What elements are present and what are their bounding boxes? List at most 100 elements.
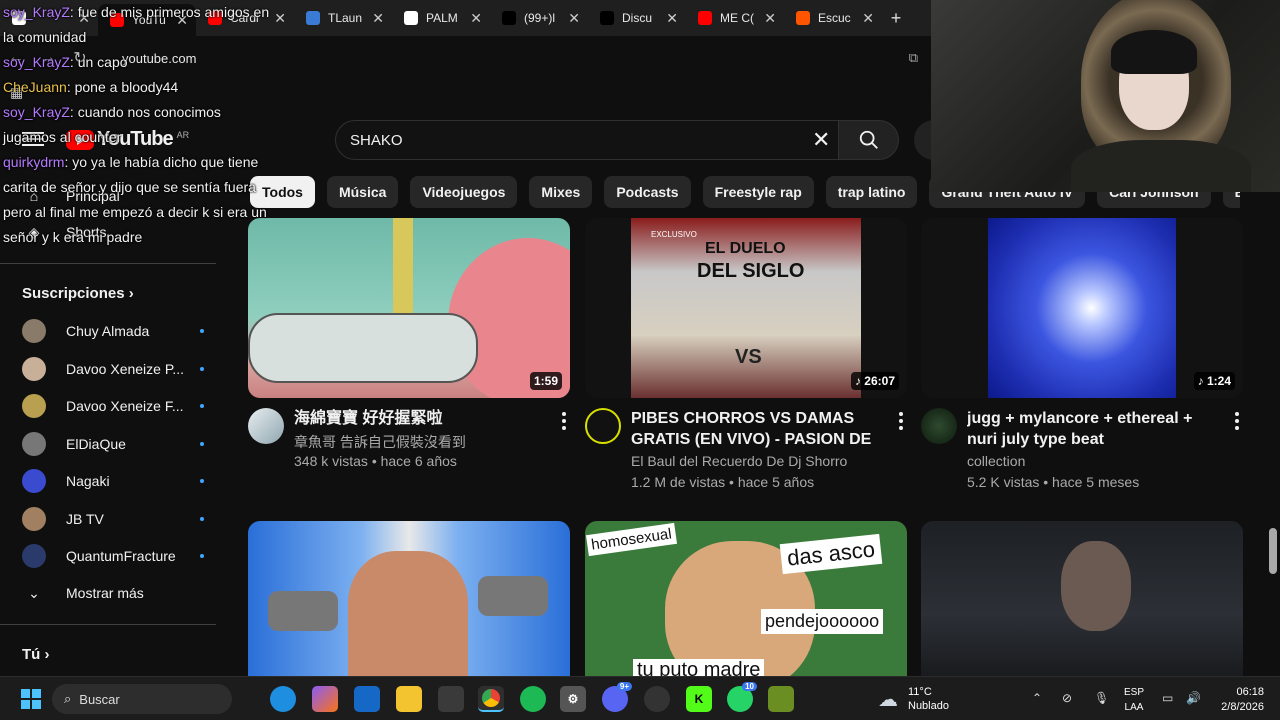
chat-text: un capo: [77, 54, 128, 70]
channel-name[interactable]: El Baul del Recuerdo De Dj Shorro: [631, 453, 847, 469]
tab-label: Discu: [622, 11, 653, 25]
chevron-up-icon[interactable]: ⌃: [1032, 691, 1042, 705]
taskbar-search-label: Buscar: [79, 691, 120, 707]
subscriptions-title: Suscripciones: [22, 285, 125, 302]
kick-icon[interactable]: K: [686, 686, 712, 712]
browser-tab[interactable]: (99+)l ✕: [490, 0, 588, 36]
chat-text: la comunidad: [3, 29, 87, 45]
subscription-item[interactable]: Chuy Almada: [12, 311, 204, 351]
file-explorer-icon[interactable]: [396, 686, 422, 712]
subscription-item[interactable]: Davoo Xeneize F...: [12, 386, 204, 426]
video-thumbnail[interactable]: ♪ 1:24: [921, 218, 1243, 398]
dumbbell-shape: [478, 576, 548, 616]
screen: ✕ YouTu ✕ Cardi ✕ TLaun ✕ PALM ✕ (99+)l ✕ Discu ✕ ME …: [0, 0, 1280, 720]
subscriptions-heading[interactable]: Suscripciones ›: [22, 285, 134, 302]
chat-message: quirkydrm: yo ya le había dicho que tien…: [3, 150, 313, 175]
channel-name[interactable]: collection: [967, 453, 1025, 469]
filter-chip[interactable]: Videojuegos: [410, 176, 518, 208]
filter-chip[interactable]: Música: [326, 176, 399, 208]
show-more-button[interactable]: ⌄ Mostrar más: [12, 573, 204, 613]
chat-text: pero al final me empezó a decir k si era…: [3, 204, 267, 220]
chrome-icon[interactable]: [478, 686, 504, 712]
minecraft-icon[interactable]: [768, 686, 794, 712]
more-options-icon[interactable]: [1235, 412, 1239, 433]
video-thumbnail[interactable]: EXCLUSIVO EL DUELO DEL SIGLO VS ♪ 26:07: [585, 218, 907, 398]
spotify-icon[interactable]: [520, 686, 546, 712]
video-title[interactable]: PIBES CHORROS VS DAMAS GRATIS (EN VIVO) …: [631, 408, 881, 450]
subscription-item[interactable]: Nagaki: [12, 461, 204, 501]
copilot-icon[interactable]: [312, 686, 338, 712]
channel-name[interactable]: 章魚哥 告訴自己假裝沒看到: [294, 432, 466, 452]
store-icon[interactable]: [438, 686, 464, 712]
channel-avatar-wrap: [22, 319, 46, 343]
subscription-item[interactable]: Davoo Xeneize P...: [12, 349, 204, 389]
channel-avatar-wrap: [22, 394, 46, 418]
new-tab-button[interactable]: +: [882, 8, 910, 29]
avatar: [22, 469, 46, 493]
video-title[interactable]: 海綿寶寶 好好握緊啦: [294, 408, 544, 429]
obs-icon[interactable]: [644, 686, 670, 712]
video-thumbnail[interactable]: [248, 521, 570, 676]
taskbar-search[interactable]: ⌕ Buscar: [52, 684, 232, 714]
discord-icon[interactable]: 9+: [602, 682, 632, 712]
edge-icon[interactable]: [270, 686, 296, 712]
tab-favicon-icon: [698, 11, 712, 25]
browser-tab[interactable]: Escuc ✕: [784, 0, 882, 36]
subscription-label: Nagaki: [66, 473, 110, 489]
browser-tab[interactable]: ME C(✕: [686, 0, 784, 36]
browser-tab[interactable]: Discu ✕: [588, 0, 686, 36]
video-title[interactable]: jugg + mylancore + ethereal + nuri july …: [967, 408, 1217, 450]
more-options-icon[interactable]: [562, 412, 566, 433]
filter-chip[interactable]: Mixes: [529, 176, 593, 208]
weather-widget[interactable]: 11°C Nublado: [908, 685, 949, 713]
language-indicator[interactable]: ESP LAA: [1124, 685, 1144, 715]
channel-avatar[interactable]: [585, 408, 621, 444]
filter-chip[interactable]: Podcasts: [604, 176, 691, 208]
subscription-item[interactable]: JB TV: [12, 499, 204, 539]
install-app-icon[interactable]: ⧉: [909, 50, 918, 66]
microphone-icon[interactable]: 🎙: [1094, 691, 1109, 705]
channel-avatar-wrap: [22, 506, 46, 531]
thumbnail-text: pendejoooooo: [761, 609, 884, 634]
video-duration: ♪ 26:07: [850, 372, 899, 390]
thumbnail-text: VS: [735, 346, 762, 368]
start-icon[interactable]: [18, 686, 44, 712]
chat-separator: :: [66, 79, 75, 95]
settings-icon[interactable]: ⚙: [560, 686, 586, 712]
chat-message: carita de señor y dijo que se sentía fue…: [3, 175, 313, 200]
language-primary: ESP: [1124, 687, 1145, 698]
avatar: [22, 544, 46, 568]
filter-chip[interactable]: Freestyle rap: [702, 176, 814, 208]
close-tab-icon[interactable]: ✕: [372, 10, 384, 27]
you-heading[interactable]: Tú ›: [22, 646, 50, 663]
whatsapp-icon[interactable]: 10: [727, 682, 757, 712]
channel-avatar[interactable]: [921, 408, 957, 444]
close-tab-icon[interactable]: ✕: [470, 10, 482, 27]
search-button[interactable]: [839, 120, 899, 160]
subscription-item[interactable]: QuantumFracture: [12, 536, 204, 576]
display-icon[interactable]: ▭: [1162, 691, 1173, 705]
scrollbar-thumb[interactable]: [1269, 528, 1277, 574]
more-options-icon[interactable]: [899, 412, 903, 433]
close-tab-icon[interactable]: ✕: [666, 10, 678, 27]
close-tab-icon[interactable]: ✕: [862, 10, 874, 27]
outlook-icon[interactable]: [354, 686, 380, 712]
clock[interactable]: 06:18 2/8/2026: [1216, 685, 1264, 715]
search-icon: [859, 130, 878, 149]
video-thumbnail[interactable]: homosexual das asco pendejoooooo tu puto…: [585, 521, 907, 676]
subscription-label: ElDiaQue: [66, 435, 126, 452]
channel-avatar[interactable]: [248, 408, 284, 444]
thumbnail-text: EXCLUSIVO: [651, 230, 697, 239]
network-off-icon[interactable]: ⊘: [1062, 691, 1072, 705]
close-tab-icon[interactable]: ✕: [568, 10, 580, 27]
close-tab-icon[interactable]: ✕: [764, 10, 776, 27]
search-input[interactable]: SHAKO: [335, 120, 839, 160]
clear-search-icon[interactable]: ✕: [812, 127, 830, 153]
browser-tab[interactable]: PALM ✕: [392, 0, 490, 36]
subscription-item[interactable]: ElDiaQue: [12, 424, 204, 464]
chat-message: soy_KrayZ: cuando nos conocimos: [3, 100, 313, 125]
scrollbar[interactable]: [1266, 200, 1280, 676]
volume-icon[interactable]: 🔊: [1186, 691, 1201, 705]
video-thumbnail[interactable]: [921, 521, 1243, 676]
filter-chip[interactable]: trap latino: [825, 176, 918, 208]
